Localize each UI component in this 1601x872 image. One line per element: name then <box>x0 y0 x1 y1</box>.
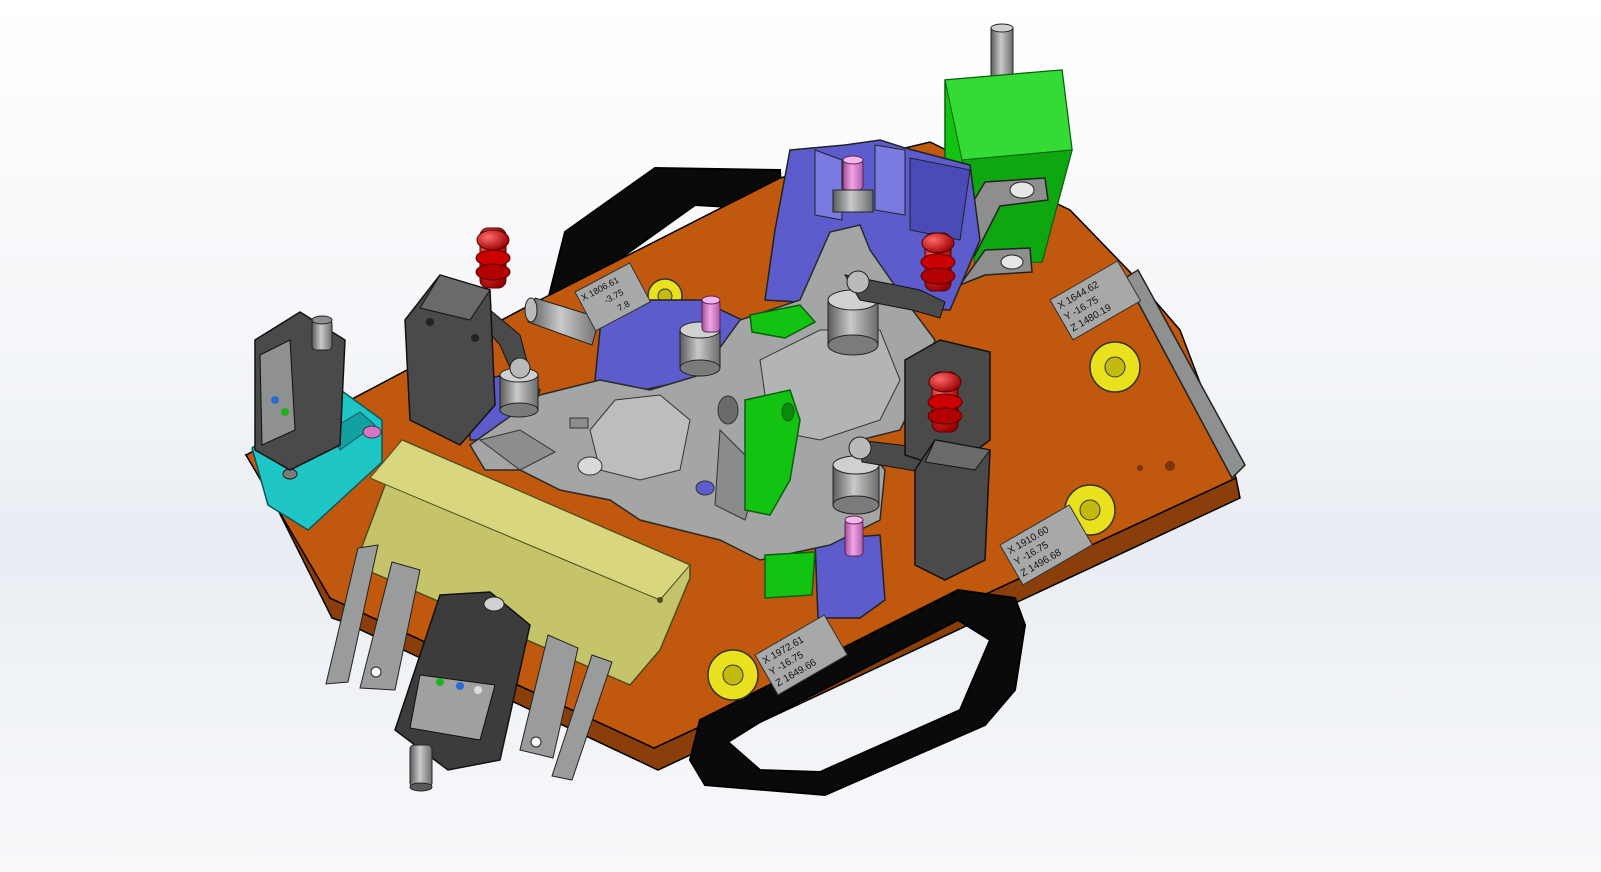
locating-bushing <box>1089 341 1141 393</box>
locating-pin <box>844 515 864 557</box>
red-clamp-knob <box>475 227 511 289</box>
locating-pin <box>701 295 721 333</box>
red-clamp-knob <box>927 371 963 433</box>
green-locator <box>764 551 816 599</box>
red-clamp-knob <box>920 232 956 292</box>
toggle-clamp <box>914 439 991 581</box>
clamp-cylinder <box>832 455 880 515</box>
locating-bushing <box>707 649 759 701</box>
pneumatic-cylinder <box>254 311 346 471</box>
cad-viewport[interactable]: X 1806.61 -3.75 7.8 X 1644.62 Y -16.75 Z… <box>0 0 1601 872</box>
fixture-model[interactable]: X 1806.61 -3.75 7.8 X 1644.62 Y -16.75 Z… <box>0 0 1601 872</box>
toggle-clamp <box>404 274 496 446</box>
